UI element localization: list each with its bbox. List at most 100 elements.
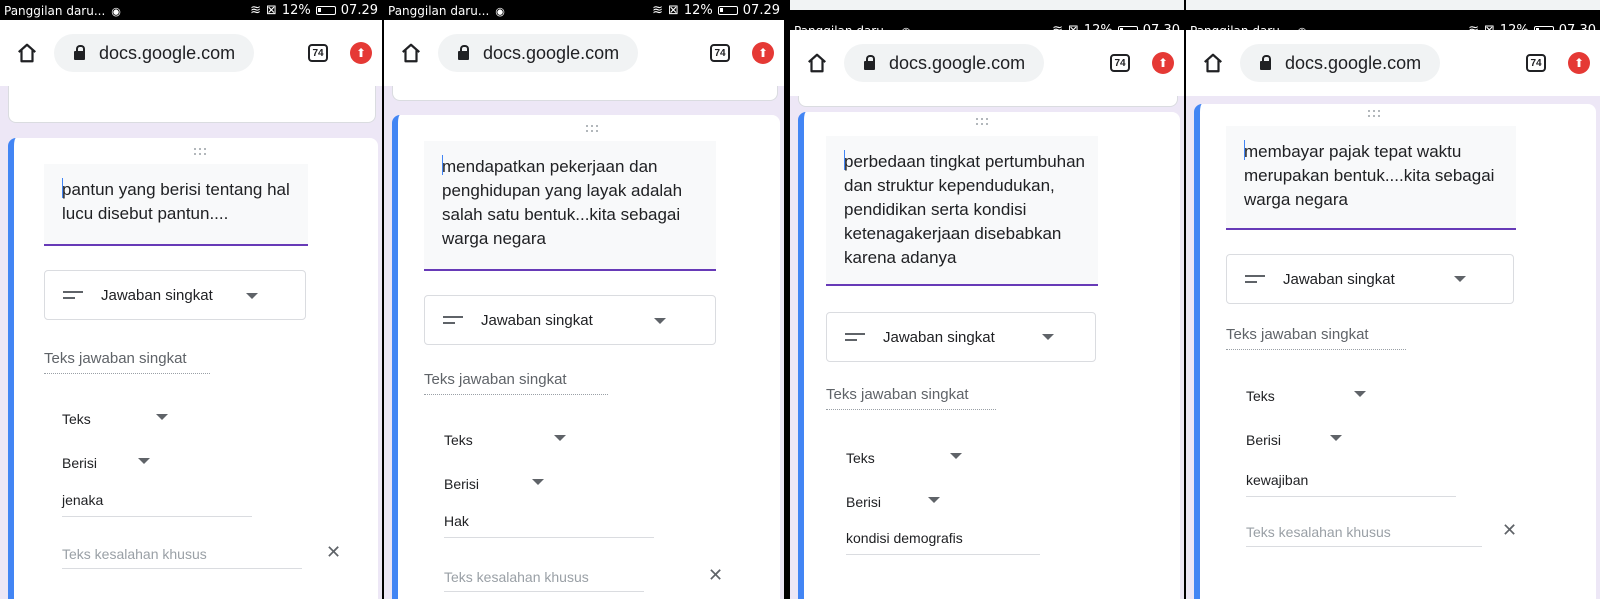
question-card[interactable]: membayar pajak tepat waktu merupakan ben… — [1194, 104, 1596, 599]
question-text: pantun yang berisi tentang hal lucu dise… — [62, 180, 290, 223]
close-icon[interactable]: ✕ — [1502, 520, 1517, 541]
question-text: perbedaan tingkat pertumbuhan dan strukt… — [844, 152, 1086, 267]
screen-panel-2: Panggilan daru... ◉ ≋ ⊠ 12% 07.29 docs.google.… — [384, 0, 784, 599]
question-title-input[interactable]: pantun yang berisi tentang hal lucu dise… — [44, 164, 308, 246]
form-editor-area: pantun yang berisi tentang hal lucu dise… — [0, 86, 382, 599]
opera-update-icon[interactable]: ⬆ — [752, 42, 774, 64]
form-editor-area: mendapatkan pekerjaan dan penghidupan ya… — [384, 86, 784, 599]
custom-error-input[interactable]: Teks kesalahan khusus — [444, 569, 644, 592]
short-answer-placeholder: Teks jawaban singkat — [826, 386, 996, 410]
validation-value-input[interactable]: kewajiban — [1246, 472, 1456, 497]
question-title-input[interactable]: membayar pajak tepat waktu merupakan ben… — [1226, 126, 1516, 230]
drag-handle-icon[interactable] — [976, 118, 1000, 126]
wifi-icon: ≋ — [250, 3, 261, 18]
clock: 07.29 — [742, 3, 780, 18]
validation-type-arrow-icon[interactable] — [950, 453, 962, 459]
lock-icon — [864, 54, 875, 70]
question-type-label: Jawaban singkat — [1283, 270, 1395, 288]
validation-condition-arrow-icon[interactable] — [928, 497, 940, 503]
drag-handle-icon[interactable] — [586, 125, 610, 133]
validation-value-input[interactable]: kondisi demografis — [846, 530, 1040, 555]
question-title-input[interactable]: perbedaan tingkat pertumbuhan dan strukt… — [826, 136, 1098, 286]
form-editor-area: perbedaan tingkat pertumbuhan dan strukt… — [790, 96, 1184, 599]
lock-icon — [74, 44, 85, 60]
tab-switcher-button[interactable]: 74 — [1110, 54, 1130, 72]
tab-switcher-button[interactable]: 74 — [1526, 54, 1546, 72]
validation-condition-arrow-icon[interactable] — [532, 479, 544, 485]
validation-type-arrow-icon[interactable] — [156, 414, 168, 420]
question-card[interactable]: pantun yang berisi tentang hal lucu dise… — [8, 138, 378, 599]
opera-update-icon[interactable]: ⬆ — [350, 42, 372, 64]
screen-panel-1: Panggilan daru... ◉ ≋ ⊠ 12% 07.29 docs.google.… — [0, 0, 382, 599]
browser-toolbar: docs.google.com 74 ⬆ — [790, 30, 1184, 96]
address-bar[interactable]: docs.google.com — [844, 44, 1044, 82]
wifi-icon: ≋ — [652, 3, 663, 18]
question-title-input[interactable]: mendapatkan pekerjaan dan penghidupan ya… — [424, 141, 716, 271]
short-answer-icon — [1245, 275, 1265, 283]
close-icon[interactable]: ✕ — [708, 565, 723, 586]
url-text: docs.google.com — [99, 42, 236, 63]
validation-condition-arrow-icon[interactable] — [138, 458, 150, 464]
validation-type-select[interactable]: Teks — [444, 432, 473, 448]
question-text: mendapatkan pekerjaan dan penghidupan ya… — [442, 157, 683, 248]
previous-question-card — [392, 86, 778, 101]
tab-switcher-button[interactable]: 74 — [710, 44, 730, 62]
question-type-label: Jawaban singkat — [481, 311, 593, 329]
home-icon[interactable] — [804, 50, 830, 76]
notification-icon: ◉ — [495, 5, 505, 18]
address-bar[interactable]: docs.google.com — [54, 34, 254, 72]
validation-condition-select[interactable]: Berisi — [846, 494, 881, 510]
text-caret — [442, 155, 443, 175]
home-icon[interactable] — [14, 40, 40, 66]
notification-text: Panggilan daru... — [388, 4, 490, 18]
status-icons: ≋ ⊠ 12% 07.29 — [652, 3, 780, 18]
question-type-dropdown[interactable]: Jawaban singkat — [826, 312, 1096, 362]
question-text: membayar pajak tepat waktu merupakan ben… — [1244, 142, 1495, 209]
validation-condition-select[interactable]: Berisi — [62, 455, 97, 471]
custom-error-input[interactable]: Teks kesalahan khusus — [1246, 524, 1482, 547]
screen-panel-3: Panggilan daru...◉≋⊠12%07.30docs.google.… — [790, 0, 1184, 599]
dropdown-arrow-icon — [246, 293, 258, 299]
validation-type-select[interactable]: Teks — [62, 411, 91, 427]
form-editor-area: membayar pajak tepat waktu merupakan ben… — [1186, 96, 1600, 599]
short-answer-placeholder: Teks jawaban singkat — [1226, 326, 1406, 350]
question-card[interactable]: mendapatkan pekerjaan dan penghidupan ya… — [392, 115, 780, 599]
validation-value-input[interactable]: Hak — [444, 513, 654, 538]
battery-icon — [717, 6, 738, 15]
custom-error-input[interactable]: Teks kesalahan khusus — [62, 546, 302, 569]
validation-condition-select[interactable]: Berisi — [444, 476, 479, 492]
previous-question-card — [798, 96, 1178, 107]
status-bar: Panggilan daru... ◉ ≋ ⊠ 12% 07.29 — [0, 0, 382, 20]
drag-handle-icon[interactable] — [194, 148, 218, 156]
question-type-dropdown[interactable]: Jawaban singkat — [1226, 254, 1514, 304]
opera-update-icon[interactable]: ⬆ — [1568, 52, 1590, 74]
tab-switcher-button[interactable]: 74 — [308, 44, 328, 62]
drag-handle-icon[interactable] — [1368, 110, 1392, 118]
validation-condition-arrow-icon[interactable] — [1330, 435, 1342, 441]
question-type-dropdown[interactable]: Jawaban singkat — [424, 295, 716, 345]
url-text: docs.google.com — [889, 52, 1026, 73]
signal-icon: ⊠ — [265, 3, 277, 18]
question-type-dropdown[interactable]: Jawaban singkat — [44, 270, 306, 320]
browser-toolbar: docs.google.com 74 ⬆ — [1186, 30, 1600, 96]
validation-type-select[interactable]: Teks — [846, 450, 875, 466]
home-icon[interactable] — [398, 40, 424, 66]
clock: 07.29 — [340, 3, 378, 18]
text-caret — [844, 150, 845, 170]
address-bar[interactable]: docs.google.com — [1240, 44, 1440, 82]
screen-panel-4: Panggilan daru...◉≋⊠12%07.30docs.google.… — [1186, 0, 1600, 599]
validation-type-select[interactable]: Teks — [1246, 388, 1275, 404]
close-icon[interactable]: ✕ — [326, 542, 341, 563]
dropdown-arrow-icon — [1454, 276, 1466, 282]
validation-type-arrow-icon[interactable] — [554, 435, 566, 441]
question-type-label: Jawaban singkat — [883, 328, 995, 346]
address-bar[interactable]: docs.google.com — [438, 34, 638, 72]
validation-condition-select[interactable]: Berisi — [1246, 432, 1281, 448]
opera-update-icon[interactable]: ⬆ — [1152, 52, 1174, 74]
question-card[interactable]: perbedaan tingkat pertumbuhan dan strukt… — [798, 112, 1180, 599]
battery-percent: 12% — [281, 3, 311, 18]
home-icon[interactable] — [1200, 50, 1226, 76]
validation-type-arrow-icon[interactable] — [1354, 391, 1366, 397]
dropdown-arrow-icon — [654, 318, 666, 324]
validation-value-input[interactable]: jenaka — [62, 492, 252, 517]
